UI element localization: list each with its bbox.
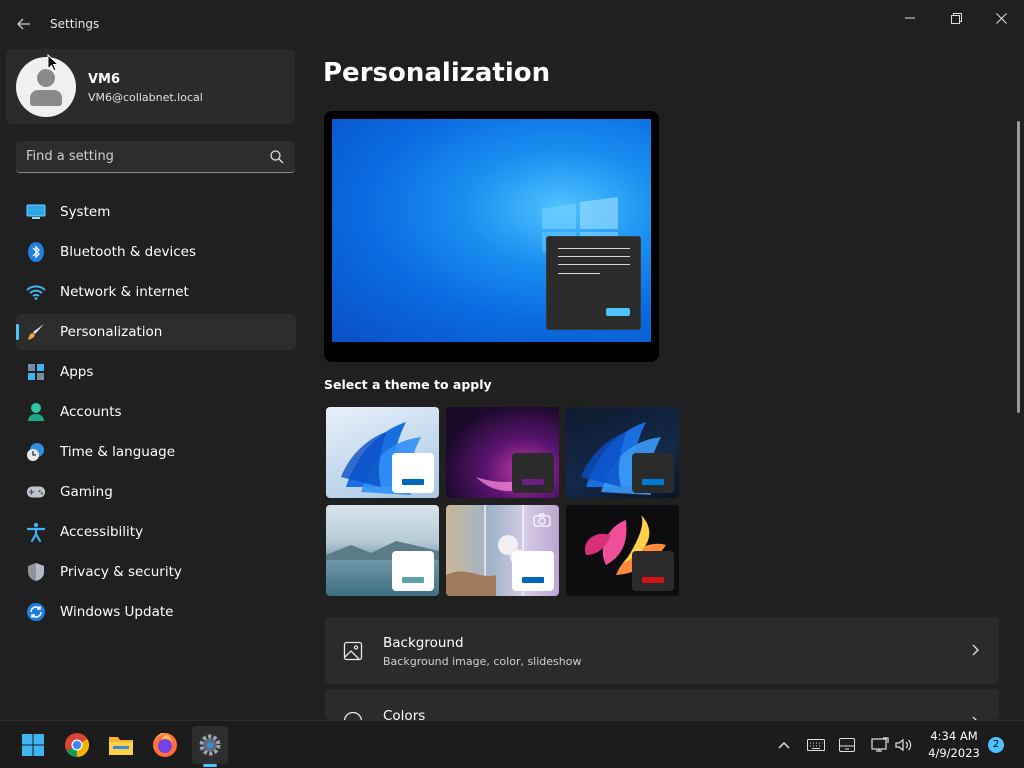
keyboard-tray-button[interactable] bbox=[807, 737, 825, 753]
restore-button[interactable] bbox=[936, 6, 976, 30]
app-title: Settings bbox=[50, 17, 100, 31]
card-subtitle: Background image, color, slideshow bbox=[383, 655, 582, 668]
taskbar-firefox[interactable] bbox=[150, 730, 180, 760]
theme-sunrise[interactable] bbox=[446, 505, 559, 596]
volume-tray-button[interactable] bbox=[895, 737, 913, 753]
colors-setting-card[interactable]: Colors bbox=[325, 689, 999, 720]
tablet-icon bbox=[839, 738, 855, 752]
sidebar-item-gaming[interactable]: Gaming bbox=[16, 474, 296, 510]
windows-start-icon bbox=[22, 734, 44, 756]
sidebar-item-privacy[interactable]: Privacy & security bbox=[16, 554, 296, 590]
update-icon bbox=[26, 602, 46, 622]
start-button[interactable] bbox=[18, 730, 48, 760]
back-button[interactable] bbox=[12, 10, 36, 38]
active-app-indicator bbox=[203, 764, 217, 767]
theme-windows-light[interactable] bbox=[326, 407, 439, 498]
camera-icon bbox=[533, 513, 551, 527]
minimize-icon bbox=[905, 17, 915, 19]
theme-flow[interactable] bbox=[566, 505, 679, 596]
touch-keyboard-tray-button[interactable] bbox=[838, 737, 856, 753]
page-title: Personalization bbox=[323, 58, 551, 88]
close-button[interactable] bbox=[981, 6, 1021, 30]
gamepad-icon bbox=[26, 482, 46, 502]
sidebar-item-apps[interactable]: Apps bbox=[16, 354, 296, 390]
image-icon bbox=[343, 641, 363, 661]
user-email: VM6@collabnet.local bbox=[88, 91, 203, 104]
palette-icon bbox=[343, 711, 363, 720]
settings-gear-icon bbox=[199, 734, 221, 756]
sidebar-item-time-language[interactable]: Time & language bbox=[16, 434, 296, 470]
sidebar-item-label: Gaming bbox=[60, 484, 113, 500]
firefox-icon bbox=[153, 733, 177, 757]
sidebar-item-label: Personalization bbox=[60, 324, 163, 340]
card-title: Background bbox=[383, 635, 464, 651]
sidebar-item-label: Apps bbox=[60, 364, 94, 380]
title-bar: Settings bbox=[0, 0, 1024, 48]
restore-icon bbox=[950, 12, 962, 24]
sidebar-nav: System Bluetooth & devices Network & int… bbox=[16, 194, 296, 634]
theme-preview bbox=[324, 111, 659, 362]
scrollbar-thumb[interactable] bbox=[1017, 121, 1020, 413]
sidebar-item-label: Windows Update bbox=[60, 604, 174, 620]
chrome-icon bbox=[65, 733, 90, 757]
wifi-icon bbox=[26, 282, 46, 302]
accessibility-icon bbox=[26, 522, 46, 542]
sidebar-item-label: Time & language bbox=[60, 444, 176, 460]
search-box bbox=[16, 141, 295, 173]
network-icon bbox=[871, 737, 889, 752]
background-setting-card[interactable]: Background Background image, color, slid… bbox=[325, 617, 999, 684]
sidebar-item-label: System bbox=[60, 204, 111, 220]
accounts-icon bbox=[26, 402, 46, 422]
network-tray-button[interactable] bbox=[871, 737, 889, 753]
minimize-button[interactable] bbox=[890, 6, 930, 30]
system-icon bbox=[26, 202, 46, 222]
theme-windows-dark[interactable] bbox=[566, 407, 679, 498]
clock-date[interactable]: 4/9/2023 bbox=[914, 746, 994, 760]
show-hidden-icons-button[interactable] bbox=[775, 737, 793, 753]
apps-icon bbox=[26, 362, 46, 382]
clock-time[interactable]: 4:34 AM bbox=[914, 729, 994, 743]
user-name: VM6 bbox=[88, 72, 121, 87]
mouse-cursor-icon bbox=[47, 54, 59, 72]
sidebar-item-label: Accessibility bbox=[60, 524, 144, 540]
sidebar-item-label: Accounts bbox=[60, 404, 122, 420]
folder-icon bbox=[109, 737, 133, 755]
brush-icon bbox=[26, 322, 46, 342]
sidebar-item-windows-update[interactable]: Windows Update bbox=[16, 594, 296, 630]
taskbar-settings[interactable] bbox=[195, 730, 225, 760]
themes-section-label: Select a theme to apply bbox=[324, 377, 492, 392]
sidebar-item-accounts[interactable]: Accounts bbox=[16, 394, 296, 430]
sidebar-item-accessibility[interactable]: Accessibility bbox=[16, 514, 296, 550]
speaker-icon bbox=[895, 738, 912, 752]
notification-badge[interactable]: 2 bbox=[988, 737, 1004, 753]
theme-glow[interactable] bbox=[446, 407, 559, 498]
sidebar-item-personalization[interactable]: Personalization bbox=[16, 314, 296, 350]
chevron-up-icon bbox=[778, 741, 790, 749]
sidebar-item-system[interactable]: System bbox=[16, 194, 296, 230]
shield-icon bbox=[26, 562, 46, 582]
avatar bbox=[16, 57, 76, 117]
sample-window bbox=[546, 236, 641, 330]
search-input[interactable] bbox=[16, 141, 256, 171]
sidebar-item-bluetooth[interactable]: Bluetooth & devices bbox=[16, 234, 296, 270]
keyboard-icon bbox=[807, 739, 825, 751]
sidebar-item-label: Bluetooth & devices bbox=[60, 244, 197, 260]
back-arrow-icon bbox=[17, 18, 30, 30]
theme-captured-motion[interactable] bbox=[326, 505, 439, 596]
taskbar-chrome[interactable] bbox=[62, 730, 92, 760]
search-icon[interactable] bbox=[269, 149, 285, 165]
taskbar-file-explorer[interactable] bbox=[106, 730, 136, 760]
desktop-preview bbox=[332, 119, 651, 342]
chevron-right-icon bbox=[972, 644, 979, 656]
card-title: Colors bbox=[383, 708, 426, 720]
sidebar-item-label: Network & internet bbox=[60, 284, 189, 300]
globe-clock-icon bbox=[26, 442, 46, 462]
bluetooth-icon bbox=[26, 242, 46, 262]
taskbar: 4:34 AM 4/9/2023 2 bbox=[0, 720, 1024, 768]
close-icon bbox=[995, 12, 1007, 24]
sidebar-item-label: Privacy & security bbox=[60, 564, 182, 580]
sidebar-item-network[interactable]: Network & internet bbox=[16, 274, 296, 310]
